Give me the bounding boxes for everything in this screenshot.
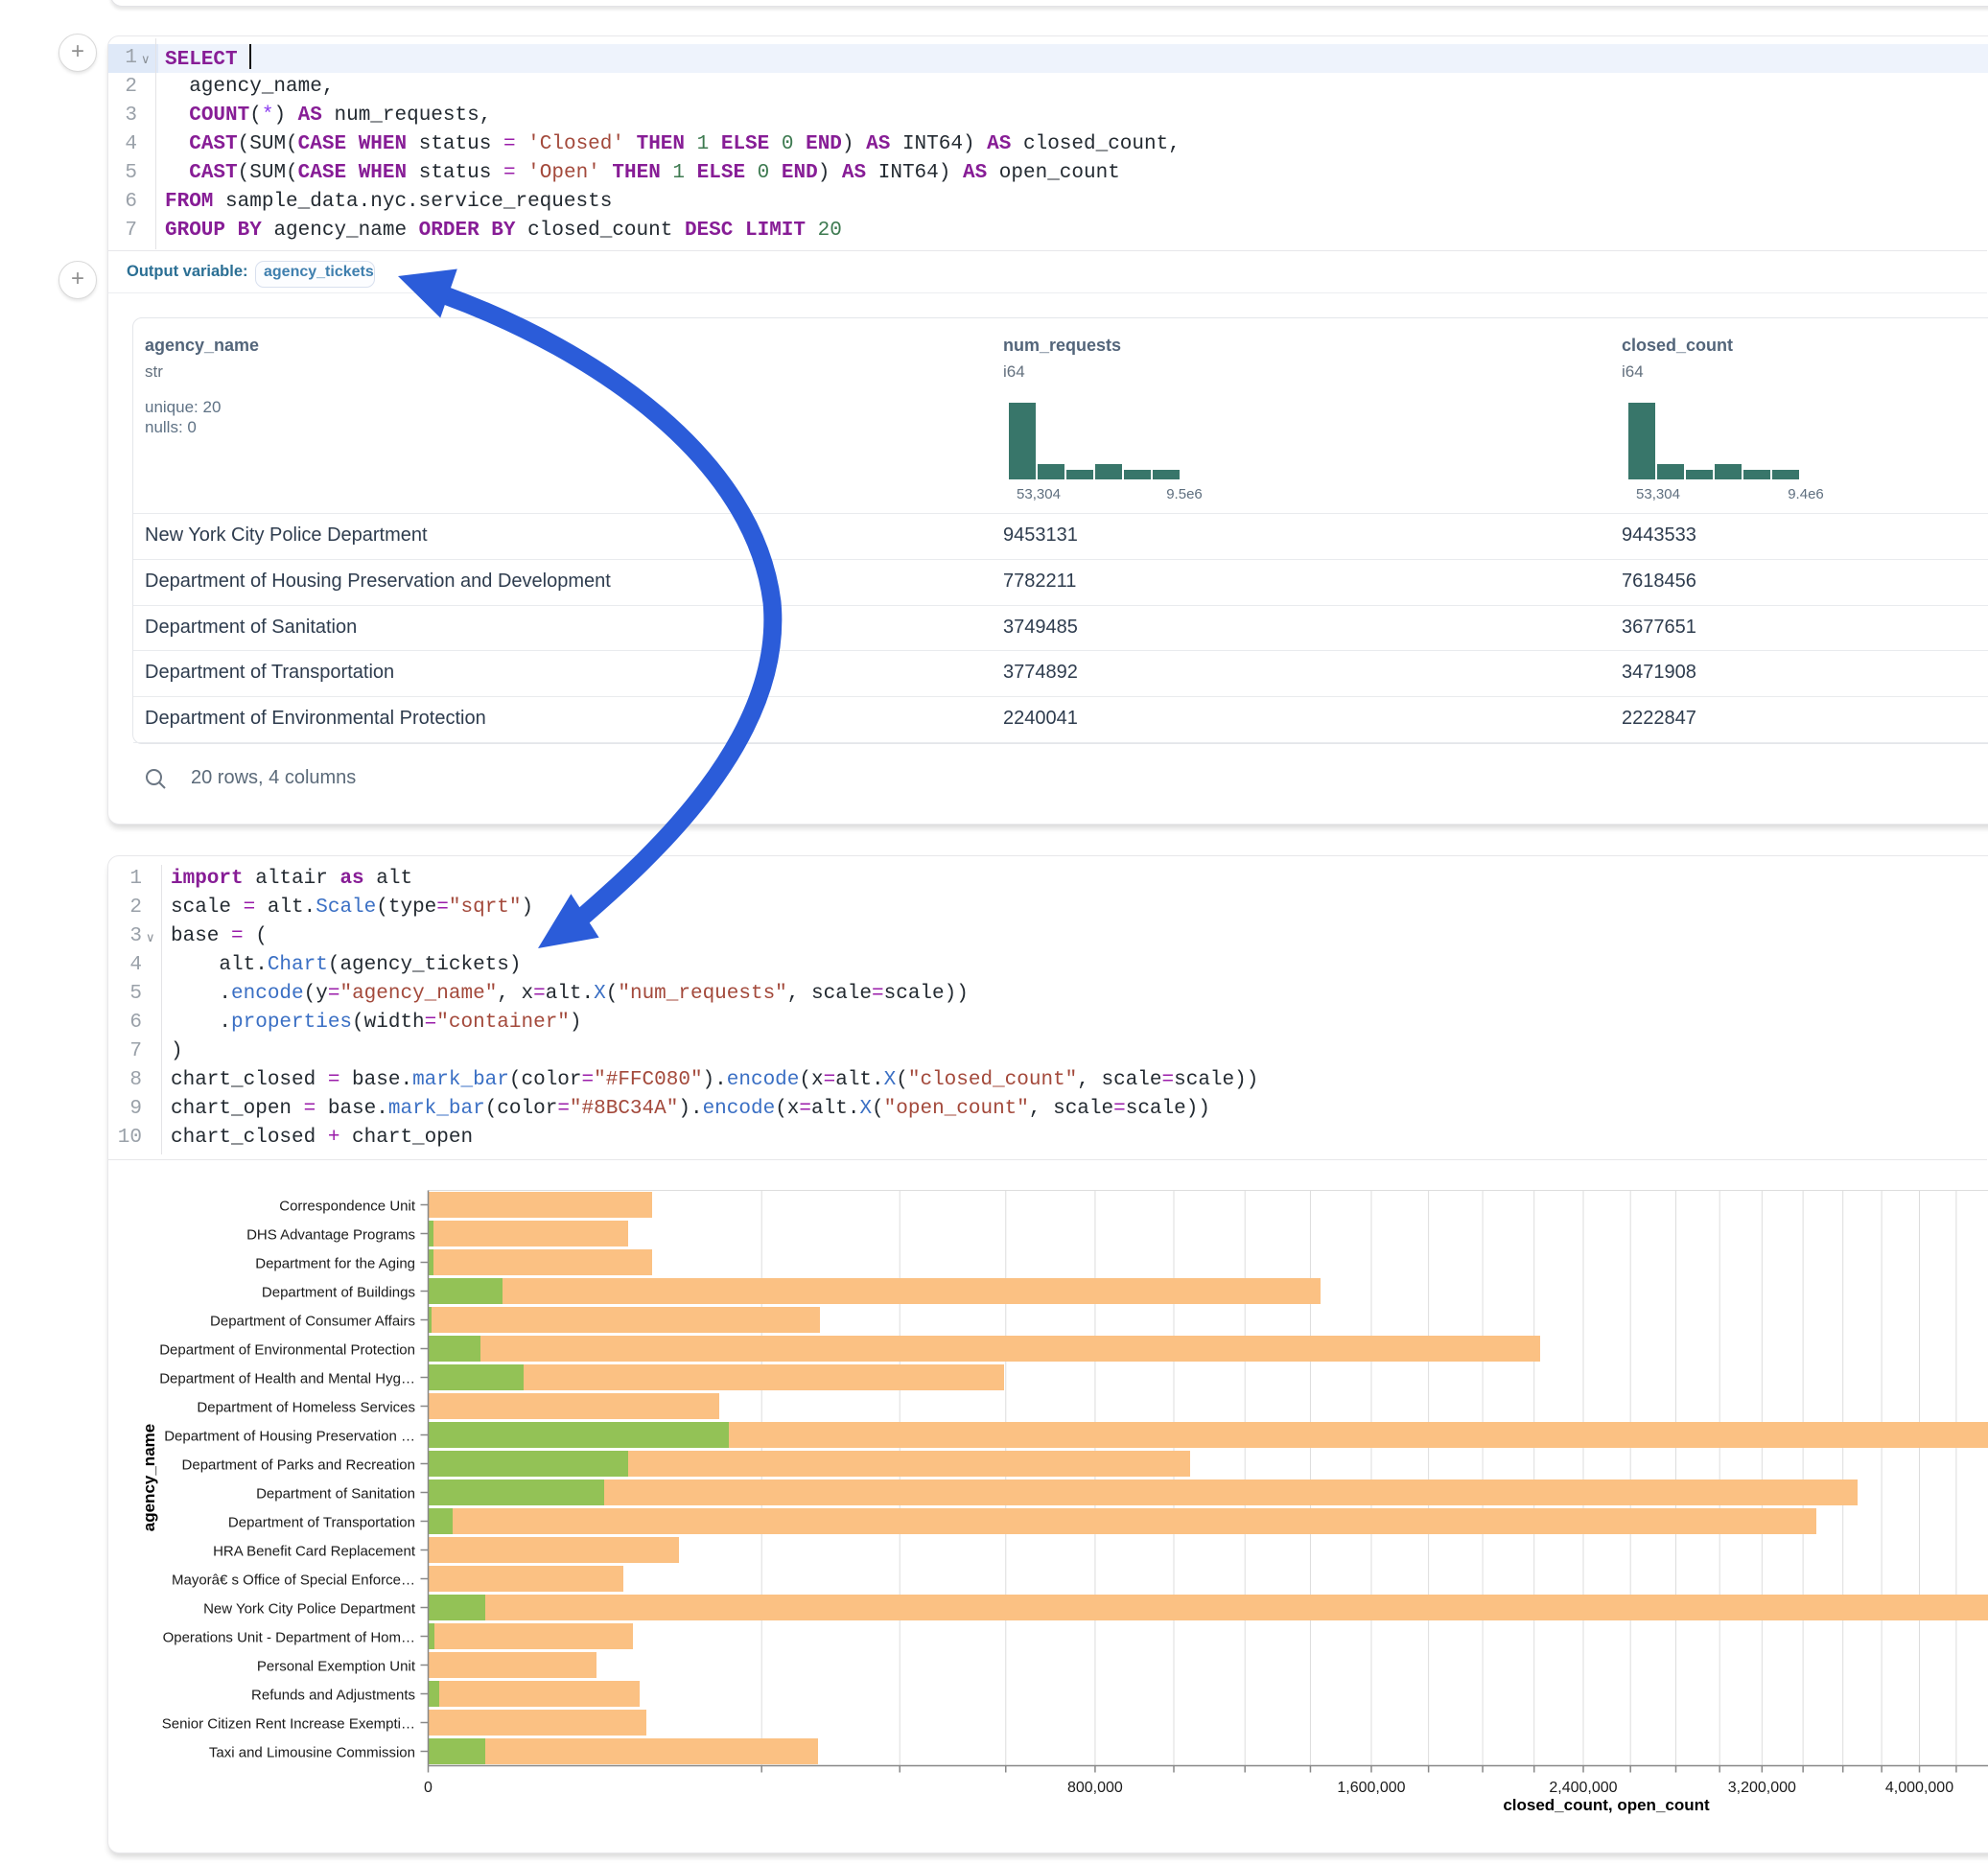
- svg-text:Senior Citizen Rent Increase E: Senior Citizen Rent Increase Exempti…: [162, 1716, 415, 1733]
- svg-text:HRA Benefit Card Replacement: HRA Benefit Card Replacement: [213, 1544, 416, 1560]
- svg-text:Taxi and Limousine Commission: Taxi and Limousine Commission: [209, 1745, 415, 1761]
- svg-text:Department of Parks and Recrea: Department of Parks and Recreation: [182, 1457, 415, 1474]
- svg-text:Department of Sanitation: Department of Sanitation: [256, 1486, 415, 1503]
- svg-text:800,000: 800,000: [1067, 1780, 1123, 1796]
- svg-text:New York City Police Departmen: New York City Police Department: [203, 1601, 416, 1618]
- svg-text:Department of Consumer Affairs: Department of Consumer Affairs: [210, 1314, 415, 1330]
- svg-text:closed_count, open_count: closed_count, open_count: [1503, 1796, 1710, 1814]
- svg-text:Correspondence Unit: Correspondence Unit: [279, 1199, 416, 1215]
- svg-text:agency_name: agency_name: [140, 1424, 158, 1531]
- svg-text:2,400,000: 2,400,000: [1549, 1780, 1617, 1796]
- svg-text:Department of Environmental Pr: Department of Environmental Protection: [159, 1342, 415, 1359]
- svg-text:Department of Housing Preserva: Department of Housing Preservation …: [164, 1429, 415, 1445]
- svg-text:DHS Advantage Programs: DHS Advantage Programs: [246, 1227, 415, 1244]
- svg-text:1,600,000: 1,600,000: [1337, 1780, 1405, 1796]
- svg-text:Department for the Aging: Department for the Aging: [255, 1256, 415, 1272]
- svg-text:Personal Exemption Unit: Personal Exemption Unit: [257, 1659, 416, 1675]
- svg-text:4,000,000: 4,000,000: [1885, 1780, 1953, 1796]
- svg-text:0: 0: [424, 1780, 433, 1796]
- svg-text:Department of Transportation: Department of Transportation: [228, 1515, 415, 1531]
- svg-text:Department of Homeless Service: Department of Homeless Services: [197, 1400, 415, 1416]
- svg-text:3,200,000: 3,200,000: [1728, 1780, 1796, 1796]
- svg-text:Mayorâ€ s Office of Special En: Mayorâ€ s Office of Special Enforce…: [172, 1573, 415, 1589]
- svg-text:Department of Health and Menta: Department of Health and Mental Hyg…: [159, 1371, 415, 1387]
- svg-text:Department of Buildings: Department of Buildings: [262, 1285, 415, 1301]
- svg-text:Refunds and Adjustments: Refunds and Adjustments: [251, 1688, 415, 1704]
- svg-text:Operations Unit - Department o: Operations Unit - Department of Hom…: [163, 1630, 415, 1646]
